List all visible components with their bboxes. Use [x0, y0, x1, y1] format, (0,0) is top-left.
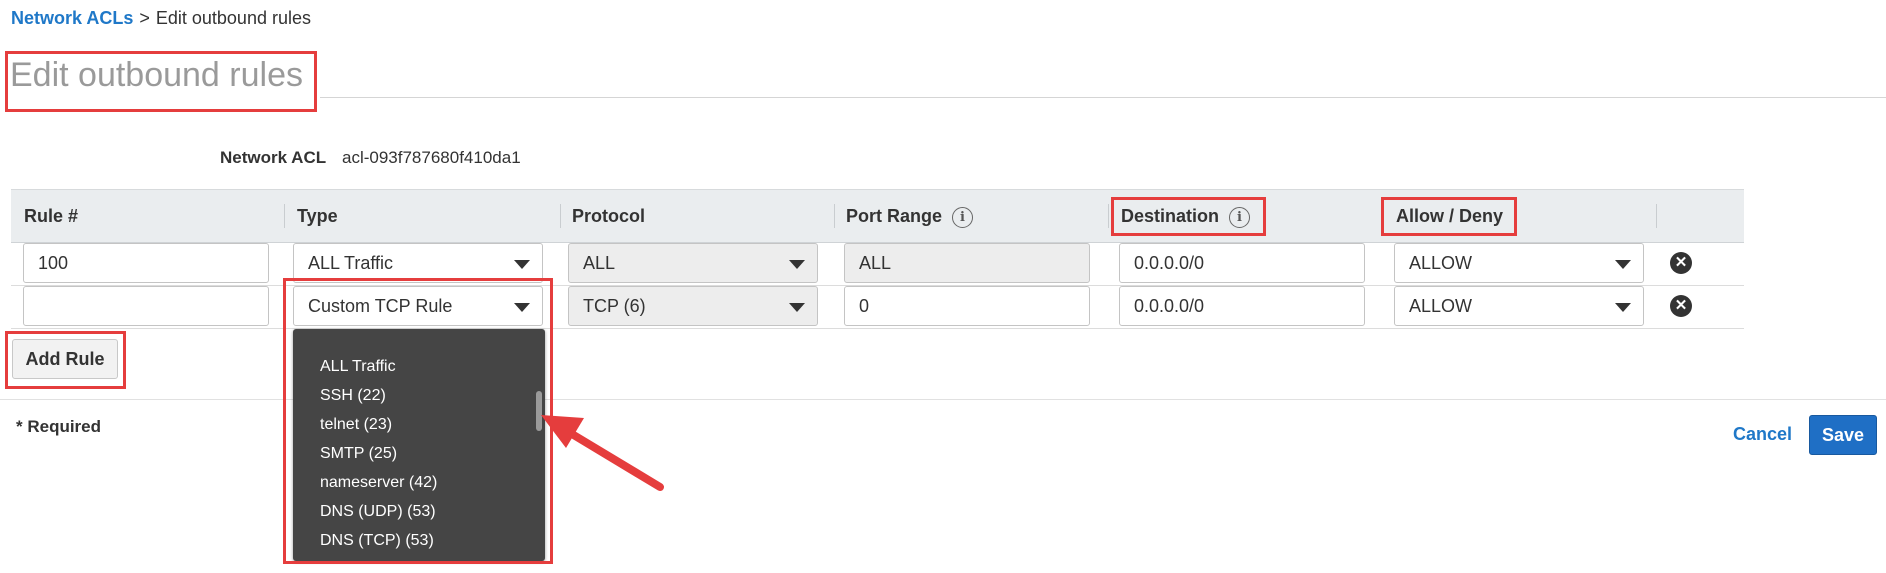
- annotation-arrow: [541, 415, 664, 491]
